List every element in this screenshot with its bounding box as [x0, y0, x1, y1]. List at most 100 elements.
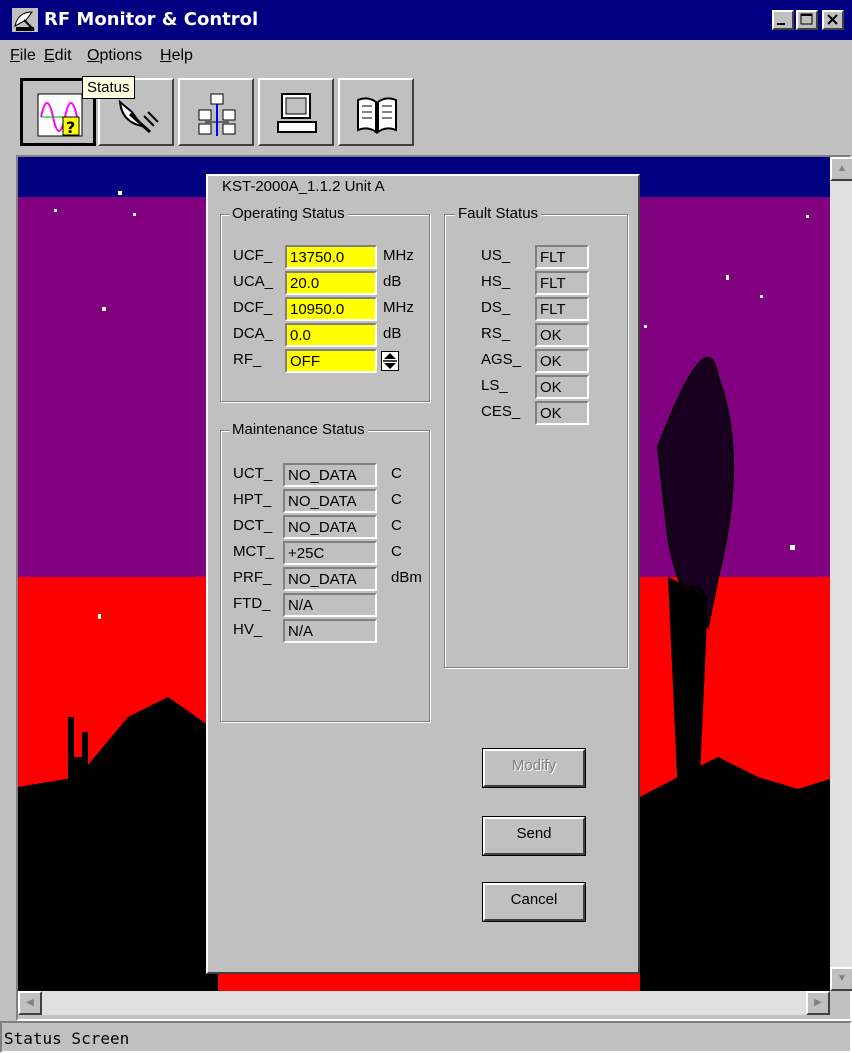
cancel-button[interactable]: Cancel [482, 882, 586, 922]
svg-text:?: ? [66, 118, 75, 137]
mct-value: +25C [283, 541, 377, 565]
modify-button[interactable]: Modify [482, 748, 586, 788]
fault-status-label: Fault Status [455, 205, 542, 222]
dcf-input[interactable]: 10950.0 [285, 297, 377, 321]
unit-label: C [391, 465, 402, 482]
field-label: HS_ [481, 273, 511, 290]
maintenance-row-hv: HV_ N/A [233, 619, 429, 645]
menu-bar: File Edit Options Help [0, 40, 852, 70]
rf-select[interactable]: OFF [285, 349, 377, 373]
menu-options[interactable]: Options [87, 47, 142, 65]
maximize-icon [800, 13, 813, 25]
modify-button-label: Modify [511, 757, 557, 774]
computer-tool-button[interactable] [258, 78, 334, 146]
minimize-icon [777, 23, 785, 25]
manual-tool-button[interactable] [338, 78, 414, 146]
hs-value: FLT [535, 271, 589, 295]
unit-label: MHz [383, 299, 414, 316]
send-button-label: Send [516, 825, 552, 842]
field-label: RF_ [233, 351, 262, 368]
unit-label: C [391, 517, 402, 534]
menu-edit[interactable]: Edit [44, 47, 72, 65]
maintenance-row-uct: UCT_ NO_DATA C [233, 463, 429, 489]
scroll-up-button[interactable]: ▲ [830, 157, 852, 181]
unit-label: dB [383, 325, 402, 342]
operating-row-uca: UCA_ 20.0 dB [233, 271, 423, 297]
field-label: UCT_ [233, 465, 273, 482]
close-button[interactable] [822, 10, 844, 30]
maintenance-row-ftd: FTD_ N/A [233, 593, 429, 619]
horizontal-scrollbar[interactable]: ◀ ▶ [18, 991, 830, 1015]
ds-value: FLT [535, 297, 589, 321]
tooltip: Status [82, 76, 135, 99]
dca-input[interactable]: 0.0 [285, 323, 377, 347]
network-icon [198, 93, 236, 136]
field-label: RS_ [481, 325, 511, 342]
operating-row-dcf: DCF_ 10950.0 MHz [233, 297, 423, 323]
hv-value: N/A [283, 619, 377, 643]
field-label: DS_ [481, 299, 511, 316]
ftd-value: N/A [283, 593, 377, 617]
hpt-value: NO_DATA [283, 489, 377, 513]
book-icon [357, 97, 397, 134]
scroll-left-button[interactable]: ◀ [18, 991, 42, 1015]
uca-input[interactable]: 20.0 [285, 271, 377, 295]
maintenance-status-label: Maintenance Status [229, 421, 368, 438]
vertical-scrollbar[interactable]: ▲ ▼ [830, 157, 852, 991]
field-label: MCT_ [233, 543, 274, 560]
cancel-button-label: Cancel [510, 891, 558, 908]
field-label: UCA_ [233, 273, 274, 290]
unit-label: dB [383, 273, 402, 290]
fault-row-ds: DS_ FLT [481, 297, 621, 323]
field-label: US_ [481, 247, 511, 264]
maintenance-status-group: Maintenance Status UCT_ NO_DATA C HPT_ N… [220, 421, 430, 722]
field-label: DCT_ [233, 517, 273, 534]
unit-label: C [391, 543, 402, 560]
fault-row-us: US_ FLT [481, 245, 621, 271]
field-label: LS_ [481, 377, 508, 394]
maintenance-row-prf: PRF_ NO_DATA dBm [233, 567, 429, 593]
computer-icon [277, 93, 317, 133]
ags-value: OK [535, 349, 589, 373]
scroll-down-button[interactable]: ▼ [830, 967, 852, 991]
prf-value: NO_DATA [283, 567, 377, 591]
status-icon: ? [37, 93, 83, 137]
dialog-title: KST-2000A_1.1.2 Unit A [220, 178, 387, 195]
maximize-button[interactable] [796, 10, 818, 30]
satellite-dish-app-icon [12, 8, 38, 32]
maintenance-row-dct: DCT_ NO_DATA C [233, 515, 429, 541]
menu-file[interactable]: File [10, 47, 36, 65]
field-label: UCF_ [233, 247, 273, 264]
field-label: DCA_ [233, 325, 274, 342]
send-button[interactable]: Send [482, 816, 586, 856]
menu-help[interactable]: Help [160, 47, 193, 65]
operating-status-group: Operating Status UCF_ 13750.0 MHz UCA_ 2… [220, 205, 430, 402]
field-label: HV_ [233, 621, 263, 638]
unit-label: MHz [383, 247, 414, 264]
maintenance-row-hpt: HPT_ NO_DATA C [233, 489, 429, 515]
status-text: Status Screen [4, 1029, 130, 1048]
fault-status-group: Fault Status US_ FLT HS_ FLT DS_ FLT RS_… [444, 205, 628, 668]
field-label: DCF_ [233, 299, 273, 316]
title-bar[interactable]: RF Monitor & Control [0, 0, 852, 40]
network-tool-button[interactable] [178, 78, 254, 146]
field-label: HPT_ [233, 491, 272, 508]
field-label: FTD_ [233, 595, 271, 612]
ucf-input[interactable]: 13750.0 [285, 245, 377, 269]
operating-row-ucf: UCF_ 13750.0 MHz [233, 245, 423, 271]
minimize-button[interactable] [772, 10, 794, 30]
unit-status-dialog: KST-2000A_1.1.2 Unit A Operating Status … [206, 174, 640, 974]
status-bar: Status Screen [0, 1021, 852, 1053]
field-label: AGS_ [481, 351, 522, 368]
field-label: CES_ [481, 403, 521, 420]
operating-row-dca: DCA_ 0.0 dB [233, 323, 423, 349]
operating-row-rf: RF_ OFF [233, 349, 423, 375]
toolbar: ? Status [0, 70, 852, 154]
window-title: RF Monitor & Control [44, 9, 259, 30]
dct-value: NO_DATA [283, 515, 377, 539]
us-value: FLT [535, 245, 589, 269]
rf-spinner-icon[interactable] [381, 351, 399, 371]
operating-status-label: Operating Status [229, 205, 348, 222]
scroll-right-button[interactable]: ▶ [806, 991, 830, 1015]
uct-value: NO_DATA [283, 463, 377, 487]
